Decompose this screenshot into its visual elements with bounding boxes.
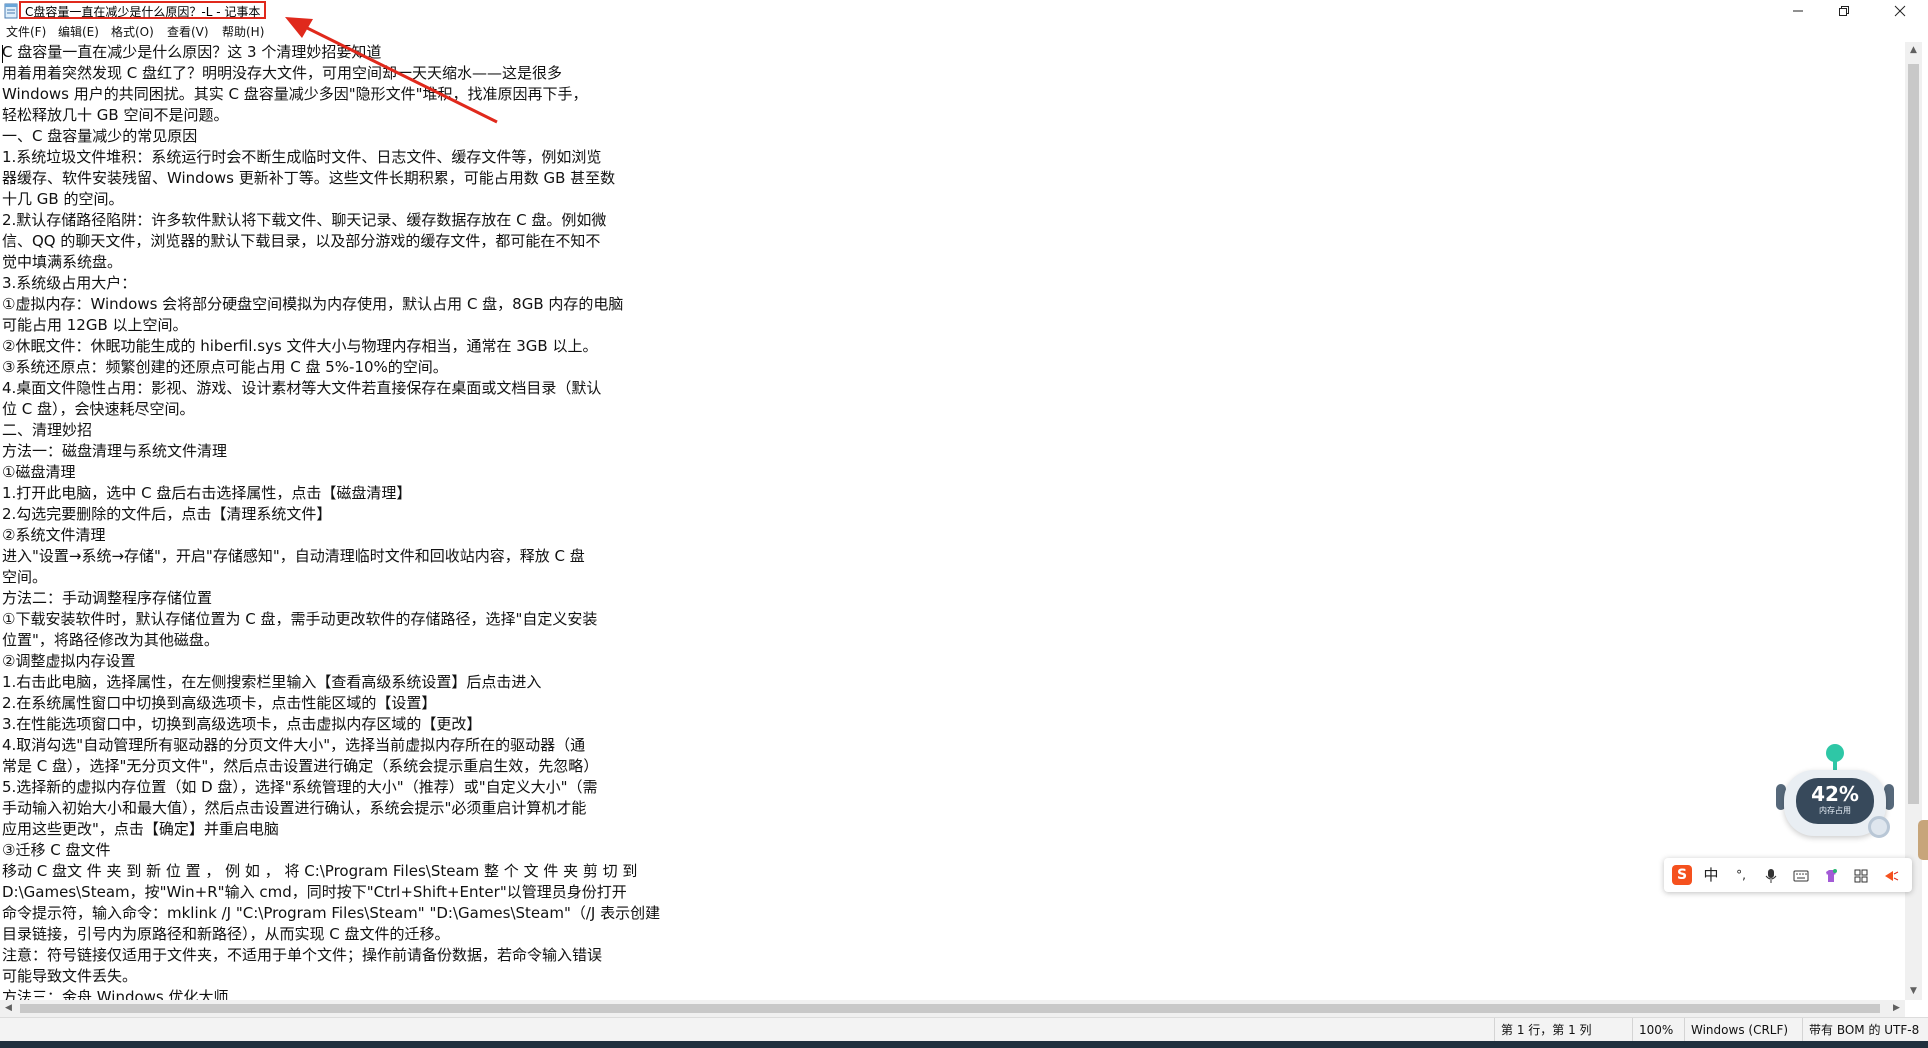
- text-line[interactable]: 2.在系统属性窗口中切换到高级选项卡，点击性能区域的【设置】: [0, 693, 1905, 714]
- sogou-logo-icon[interactable]: S: [1672, 865, 1692, 885]
- text-line[interactable]: 觉中填满系统盘。: [0, 252, 1905, 273]
- line-ending: Windows (CRLF): [1684, 1018, 1807, 1042]
- text-line[interactable]: 2.勾选完要删除的文件后，点击【清理系统文件】: [0, 504, 1905, 525]
- text-line[interactable]: 手动输入初始大小和最大值），然后点击设置进行确认，系统会提示"必须重启计算机才能: [0, 798, 1905, 819]
- menu-bar: 文件(F) 编辑(E) 格式(O) 查看(V) 帮助(H): [0, 22, 1928, 42]
- edge-avatar-icon: [1918, 820, 1928, 860]
- text-line[interactable]: 常是 C 盘），选择"无分页文件"，然后点击设置进行确定（系统会提示重启生效，先…: [0, 756, 1905, 777]
- menu-edit[interactable]: 编辑(E): [58, 24, 99, 40]
- notepad-icon: [4, 3, 18, 19]
- text-line[interactable]: 4.桌面文件隐性占用：影视、游戏、设计素材等大文件若直接保存在桌面或文档目录（默…: [0, 378, 1905, 399]
- scroll-down-icon[interactable]: ▼: [1905, 983, 1922, 1000]
- maximize-button[interactable]: [1821, 0, 1867, 22]
- text-line[interactable]: ①虚拟内存：Windows 会将部分硬盘空间模拟为内存使用，默认占用 C 盘，8…: [0, 294, 1905, 315]
- text-line[interactable]: 命令提示符，输入命令：mklink /J "C:\Program Files\S…: [0, 903, 1905, 924]
- scroll-right-icon[interactable]: ▶: [1888, 1000, 1905, 1017]
- menu-help[interactable]: 帮助(H): [222, 24, 264, 40]
- text-line[interactable]: 3.在性能选项窗口中，切换到高级选项卡，点击虚拟内存区域的【更改】: [0, 714, 1905, 735]
- text-line[interactable]: 用着用着突然发现 C 盘红了？明明没存大文件，可用空间却一天天缩水——这是很多: [0, 63, 1905, 84]
- encoding: 带有 BOM 的 UTF-8: [1802, 1018, 1928, 1042]
- close-button[interactable]: [1877, 0, 1923, 22]
- text-line[interactable]: 二、清理妙招: [0, 420, 1905, 441]
- ime-mic-button[interactable]: [1756, 858, 1786, 892]
- scroll-up-icon[interactable]: ▲: [1905, 42, 1922, 59]
- menu-file[interactable]: 文件(F): [6, 24, 46, 40]
- text-line[interactable]: Windows 用户的共同困扰。其实 C 盘容量减少多因"隐形文件"堆积，找准原…: [0, 84, 1905, 105]
- menu-view[interactable]: 查看(V): [167, 24, 209, 40]
- close-icon: [1894, 5, 1906, 17]
- memory-usage-widget[interactable]: 42% 内存占用: [1772, 744, 1894, 844]
- menu-format[interactable]: 格式(O): [111, 24, 154, 40]
- text-line[interactable]: 1.系统垃圾文件堆积：系统运行时会不断生成临时文件、日志文件、缓存文件等，例如浏…: [0, 147, 1905, 168]
- title-bar[interactable]: C盘容量一直在减少是什么原因？-L - 记事本: [0, 0, 1928, 22]
- window-title: C盘容量一直在减少是什么原因？-L - 记事本: [19, 1, 267, 19]
- memory-label: 内存占用: [1819, 806, 1851, 815]
- ime-more-button[interactable]: [1876, 858, 1906, 892]
- text-caret: [2, 45, 3, 63]
- keyboard-icon: [1793, 870, 1809, 881]
- ime-mode-toggle[interactable]: 中: [1696, 858, 1726, 892]
- text-line[interactable]: ②系统文件清理: [0, 525, 1905, 546]
- ime-keyboard-button[interactable]: [1786, 858, 1816, 892]
- text-line[interactable]: 器缓存、软件安装残留、Windows 更新补丁等。这些文件长期积累，可能占用数 …: [0, 168, 1905, 189]
- horizontal-scrollbar[interactable]: ◀ ▶: [0, 1000, 1905, 1017]
- text-line[interactable]: 轻松释放几十 GB 空间不是问题。: [0, 105, 1905, 126]
- widget-screen: 42% 内存占用: [1796, 778, 1874, 824]
- restore-icon: [1839, 6, 1849, 16]
- text-line[interactable]: C 盘容量一直在减少是什么原因？这 3 个清理妙招要知道: [0, 42, 1905, 63]
- text-line[interactable]: 十几 GB 的空间。: [0, 189, 1905, 210]
- text-line[interactable]: 5.选择新的虚拟内存位置（如 D 盘），选择"系统管理的大小"（推荐）或"自定义…: [0, 777, 1905, 798]
- text-line[interactable]: 可能占用 12GB 以上空间。: [0, 315, 1905, 336]
- text-line[interactable]: 3.系统级占用大户：: [0, 273, 1905, 294]
- vertical-scroll-thumb[interactable]: [1908, 64, 1919, 804]
- ime-punctuation-toggle[interactable]: °,: [1726, 858, 1756, 892]
- horizontal-scroll-thumb[interactable]: [20, 1004, 1880, 1013]
- text-line[interactable]: 可能导致文件丢失。: [0, 966, 1905, 987]
- text-line[interactable]: 方法一：磁盘清理与系统文件清理: [0, 441, 1905, 462]
- text-line[interactable]: ①下载安装软件时，默认存储位置为 C 盘，需手动更改软件的存储路径，选择"自定义…: [0, 609, 1905, 630]
- scroll-left-icon[interactable]: ◀: [0, 1000, 17, 1017]
- text-line[interactable]: 4.取消勾选"自动管理所有驱动器的分页文件大小"，选择当前虚拟内存所在的驱动器（…: [0, 735, 1905, 756]
- text-line[interactable]: ②休眠文件：休眠功能生成的 hiberfil.sys 文件大小与物理内存相当，通…: [0, 336, 1905, 357]
- text-line[interactable]: ③系统还原点：频繁创建的还原点可能占用 C 盘 5%-10%的空间。: [0, 357, 1905, 378]
- text-line[interactable]: 位 C 盘），会快速耗尽空间。: [0, 399, 1905, 420]
- text-line[interactable]: ③迁移 C 盘文件: [0, 840, 1905, 861]
- text-line[interactable]: 应用这些更改"，点击【确定】并重启电脑: [0, 819, 1905, 840]
- skin-icon: [1826, 868, 1837, 882]
- memory-percent: 42%: [1811, 782, 1859, 806]
- ime-toolbar: S 中 °,: [1664, 858, 1912, 892]
- text-line[interactable]: D:\Games\Steam，按"Win+R"输入 cmd，同时按下"Ctrl+…: [0, 882, 1905, 903]
- text-line[interactable]: ①磁盘清理: [0, 462, 1905, 483]
- zoom-level: 100%: [1632, 1018, 1689, 1042]
- text-editor[interactable]: C 盘容量一直在减少是什么原因？这 3 个清理妙招要知道 用着用着突然发现 C 盘…: [0, 42, 1905, 1000]
- editor-content[interactable]: C 盘容量一直在减少是什么原因？这 3 个清理妙招要知道 用着用着突然发现 C 盘…: [0, 42, 1905, 1000]
- grid-icon: [1854, 869, 1868, 882]
- taskbar: [0, 1041, 1928, 1048]
- minimize-icon: [1793, 10, 1803, 12]
- text-line[interactable]: 目录链接，引号内为原路径和新路径），从而实现 C 盘文件的迁移。: [0, 924, 1905, 945]
- text-line[interactable]: 位置"，将路径修改为其他磁盘。: [0, 630, 1905, 651]
- text-line[interactable]: 空间。: [0, 567, 1905, 588]
- more-icon: [1885, 870, 1899, 881]
- text-line[interactable]: 方法三：金舟 Windows 优化大师: [0, 987, 1905, 1000]
- gear-icon[interactable]: [1868, 816, 1890, 838]
- ime-toolbox-button[interactable]: [1846, 858, 1876, 892]
- text-line[interactable]: 进入"设置→系统→存储"，开启"存储感知"，自动清理临时文件和回收站内容，释放 …: [0, 546, 1905, 567]
- ime-skin-button[interactable]: [1816, 858, 1846, 892]
- cursor-position: 第 1 行，第 1 列: [1494, 1018, 1631, 1042]
- text-line[interactable]: ②调整虚拟内存设置: [0, 651, 1905, 672]
- text-line[interactable]: 1.打开此电脑，选中 C 盘后右击选择属性，点击【磁盘清理】: [0, 483, 1905, 504]
- text-line[interactable]: 2.默认存储路径陷阱：许多软件默认将下载文件、聊天记录、缓存数据存放在 C 盘。…: [0, 210, 1905, 231]
- status-bar: 第 1 行，第 1 列 100% Windows (CRLF) 带有 BOM 的…: [0, 1017, 1928, 1042]
- text-line[interactable]: 方法二：手动调整程序存储位置: [0, 588, 1905, 609]
- mic-icon: [1765, 868, 1777, 883]
- text-line[interactable]: 信、QQ 的聊天文件，浏览器的默认下载目录，以及部分游戏的缓存文件，都可能在不知…: [0, 231, 1905, 252]
- text-line[interactable]: 注意：符号链接仅适用于文件夹，不适用于单个文件；操作前请备份数据，若命令输入错误: [0, 945, 1905, 966]
- text-line[interactable]: 移动 C 盘文 件 夹 到 新 位 置 ， 例 如 ， 将 C:\Program…: [0, 861, 1905, 882]
- text-line[interactable]: 1.右击此电脑，选择属性，在左侧搜索栏里输入【查看高级系统设置】后点击进入: [0, 672, 1905, 693]
- text-line[interactable]: 一、C 盘容量减少的常见原因: [0, 126, 1905, 147]
- widget-antenna-ball: [1826, 744, 1844, 762]
- minimize-button[interactable]: [1775, 0, 1821, 22]
